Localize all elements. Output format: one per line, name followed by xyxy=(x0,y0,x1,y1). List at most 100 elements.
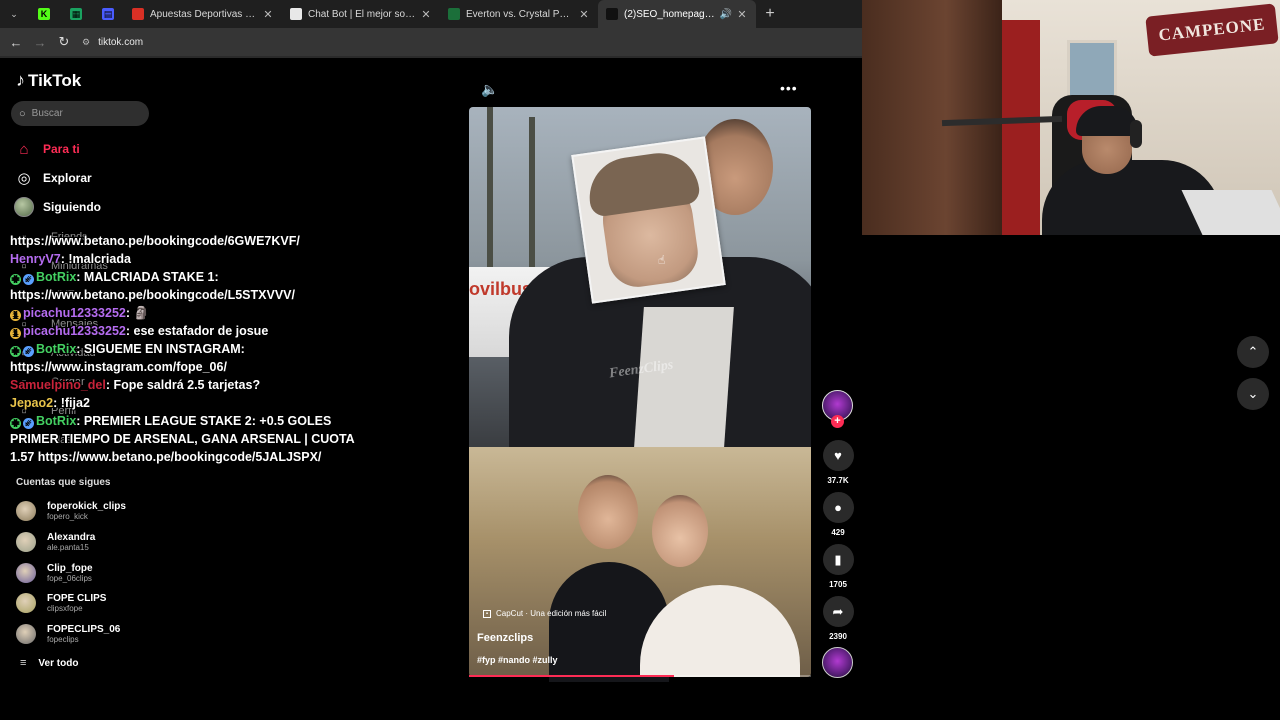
heart-icon: ♥ xyxy=(822,440,854,471)
search-input[interactable] xyxy=(31,108,132,119)
webcam-headset xyxy=(1130,120,1142,148)
address-bar-row: ← → ↻ ⚙ tiktok.com xyxy=(0,28,862,56)
sidebar-item-label: Para ti xyxy=(43,142,80,156)
follow-plus-icon[interactable]: + xyxy=(831,415,844,428)
chat-username: BotRix xyxy=(36,270,77,284)
video-progress-bar[interactable] xyxy=(469,675,811,677)
tab-close-icon[interactable]: ✕ xyxy=(736,8,748,21)
browser-tab[interactable]: Everton vs. Crystal Palace | Disn ✕ xyxy=(440,0,598,28)
share-count: 2390 xyxy=(829,632,847,641)
tiktok-logo[interactable]: ♪ TikTok xyxy=(16,70,81,91)
tab-title: (2)SEO_homepage_title xyxy=(624,8,716,20)
tab-audio-icon[interactable]: 🔊 xyxy=(720,9,732,20)
sidebar-item-label: Siguiendo xyxy=(43,200,101,214)
scarf-text: CAMPEONE xyxy=(1157,14,1267,45)
tab-close-icon[interactable]: ✕ xyxy=(578,8,590,21)
site-info-icon[interactable]: ⚙ xyxy=(82,37,90,48)
chat-message: ✚ ✓ BotRix: MALCRIADA STAKE 1: https://www… xyxy=(10,268,370,304)
chat-message: ✚ ✓ BotRix: PREMIER LEAGUE STAKE 2: +0.5 G… xyxy=(10,412,370,466)
like-button[interactable]: ♥ 37.7K xyxy=(822,440,854,485)
account-names: Clip_fope fope_06clips xyxy=(47,563,93,583)
sidebar-item-explorar[interactable]: ◎ Explorar xyxy=(14,166,174,190)
account-name: FOPECLIPS_06 xyxy=(47,624,121,635)
share-button[interactable]: ➦ 2390 xyxy=(822,596,854,641)
save-button[interactable]: ▮ 1705 xyxy=(822,544,854,589)
capcut-label[interactable]: ▪ CapCut · Una edición más fácil xyxy=(483,609,606,618)
following-avatar-icon xyxy=(14,197,34,217)
capcut-icon: ▪ xyxy=(483,609,491,618)
tab-strip: Apuestas Deportivas – Casa de✕Chat Bot |… xyxy=(124,0,756,28)
see-all-button[interactable]: ≡ Ver todo xyxy=(20,657,78,669)
tab-title: Chat Bot | El mejor software pa xyxy=(308,8,416,20)
subscriber-badge-icon: 1 xyxy=(10,328,21,339)
sidebar-item-para-ti[interactable]: ⌂ Para ti xyxy=(14,137,174,161)
previous-video-button[interactable]: ⌃ xyxy=(1237,336,1269,368)
tab-favicon-icon xyxy=(290,8,302,20)
following-accounts-title: Cuentas que sigues xyxy=(16,477,111,488)
shirt-image xyxy=(634,307,734,447)
next-video-button[interactable]: ⌄ xyxy=(1237,378,1269,410)
chat-text: : Fope saldrá 2.5 tarjetas? xyxy=(105,378,261,392)
verified-badge-icon: ✓ xyxy=(23,418,34,429)
kick-favicon-icon: K xyxy=(38,8,50,20)
url-field[interactable]: ⚙ tiktok.com xyxy=(82,37,143,48)
logo-text: TikTok xyxy=(28,70,82,90)
following-account[interactable]: Alexandra ale.panta15 xyxy=(16,528,196,556)
sidebar-item-label: Explorar xyxy=(43,171,92,185)
pinned-tab[interactable]: ▤ xyxy=(92,0,124,28)
chat-message: https://www.betano.pe/bookingcode/6GWE7K… xyxy=(10,232,370,250)
bride-face xyxy=(652,495,708,567)
capcut-text: CapCut · Una edición más fácil xyxy=(496,609,607,618)
reload-icon[interactable]: ↻ xyxy=(52,34,76,50)
account-handle: fope_06clips xyxy=(47,574,92,583)
video-hashtags[interactable]: #fyp #nando #zully xyxy=(477,655,558,665)
music-disc-icon[interactable] xyxy=(822,647,853,678)
tab-favicon-icon xyxy=(606,8,618,20)
comment-button[interactable]: ● 429 xyxy=(822,492,854,537)
account-handle: fopero_kick xyxy=(47,512,88,521)
search-box[interactable]: ○ xyxy=(11,101,149,126)
tab-close-icon[interactable]: ✕ xyxy=(262,8,274,21)
volume-icon[interactable]: 🔈 xyxy=(481,81,498,98)
following-account[interactable]: Clip_fope fope_06clips xyxy=(16,559,196,587)
browser-tab[interactable]: Chat Bot | El mejor software pa ✕ xyxy=(282,0,440,28)
chat-username: Jepao2 xyxy=(10,396,54,410)
chat-text: https://www.betano.pe/bookingcode/6GWE7K… xyxy=(10,234,300,248)
verified-badge-icon: ✓ xyxy=(23,346,34,357)
account-names: foperokick_clips fopero_kick xyxy=(47,501,126,521)
new-tab-icon[interactable]: + xyxy=(756,5,784,23)
sidebar-item-siguiendo[interactable]: Siguiendo xyxy=(14,195,174,219)
pinned-tab[interactable]: K xyxy=(28,0,60,28)
chat-text: : 🗿 xyxy=(125,306,150,320)
browser-tab[interactable]: (2)SEO_homepage_title 🔊 ✕ xyxy=(598,0,756,28)
back-icon[interactable]: ← xyxy=(4,35,28,50)
pinned-tab[interactable]: ▦ xyxy=(60,0,92,28)
following-account[interactable]: FOPECLIPS_06 fopeclips xyxy=(16,620,196,648)
chat-username: picachu12333252 xyxy=(23,306,126,320)
account-handle: clipsxfope xyxy=(47,604,83,613)
sheets-favicon-icon: ▦ xyxy=(70,8,82,20)
account-name: foperokick_clips xyxy=(47,501,126,512)
avatar xyxy=(16,624,36,644)
tab-close-icon[interactable]: ✕ xyxy=(420,8,432,21)
compass-icon: ◎ xyxy=(17,170,31,187)
tab-title: Apuestas Deportivas – Casa de xyxy=(150,8,258,20)
tab-search-chevron-icon[interactable]: ⌄ xyxy=(0,9,28,20)
video-scene-top: ovilbus FeenzClips xyxy=(469,107,811,457)
url-text: tiktok.com xyxy=(98,36,144,48)
chat-message: HenryV7: !malcriada xyxy=(10,250,370,268)
avatar xyxy=(16,593,36,613)
subscriber-badge-icon: 1 xyxy=(10,310,21,321)
browser-tab[interactable]: Apuestas Deportivas – Casa de ✕ xyxy=(124,0,282,28)
video-author[interactable]: Feenzclips xyxy=(477,632,533,644)
following-account[interactable]: foperokick_clips fopero_kick xyxy=(16,497,196,525)
tab-title: Everton vs. Crystal Palace | Disn xyxy=(466,8,574,20)
video-progress-fill xyxy=(469,675,675,677)
following-account[interactable]: FOPE CLIPS clipsxfope xyxy=(16,589,196,617)
share-icon: ➦ xyxy=(822,596,854,627)
chat-message: ✚ ✓ BotRix: SIGUEME EN INSTAGRAM: https://… xyxy=(10,340,370,376)
avatar xyxy=(16,532,36,552)
chat-username: BotRix xyxy=(36,414,77,428)
more-options-icon[interactable]: ••• xyxy=(780,80,798,96)
forward-icon[interactable]: → xyxy=(28,35,52,50)
